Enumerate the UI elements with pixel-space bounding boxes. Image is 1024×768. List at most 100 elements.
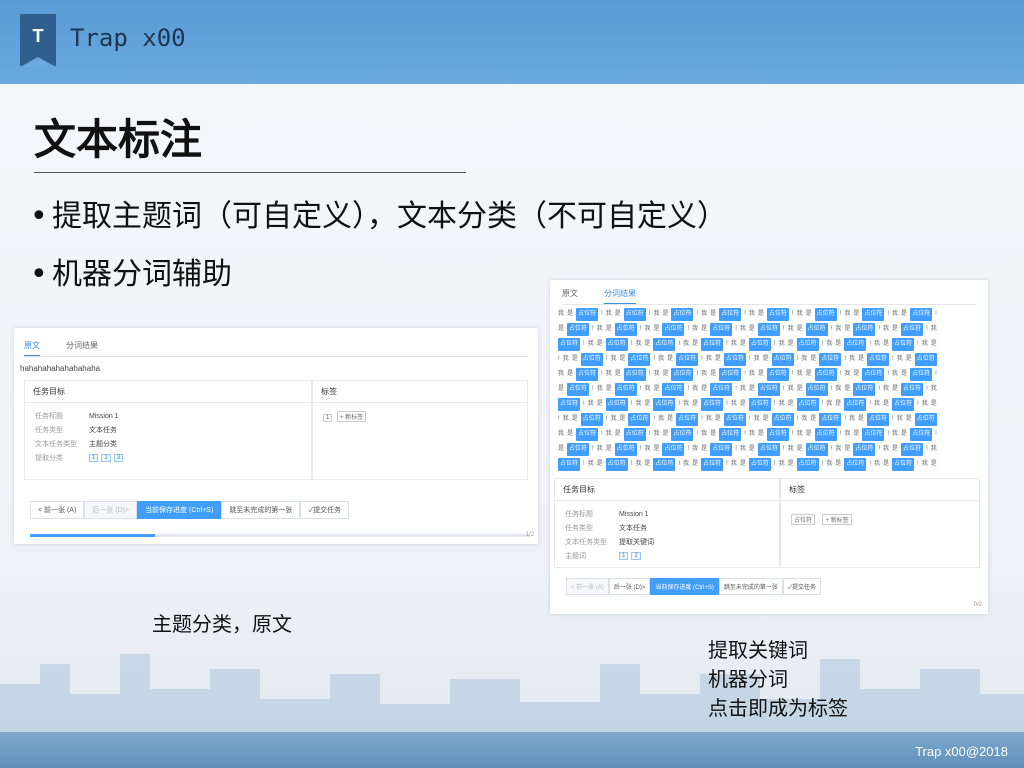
token[interactable]: 占位符	[901, 443, 924, 456]
token[interactable]: !	[887, 308, 889, 321]
token[interactable]: 是	[853, 308, 859, 321]
token[interactable]: !	[678, 458, 680, 471]
token[interactable]: 我	[797, 308, 803, 321]
token[interactable]: 我	[897, 353, 903, 366]
token[interactable]: 是	[906, 353, 912, 366]
token[interactable]: 我	[922, 458, 928, 471]
submit-task-button[interactable]: ✓提交任务	[782, 578, 821, 595]
token[interactable]: 是	[558, 323, 564, 336]
token[interactable]: 占位符	[910, 308, 933, 321]
token[interactable]: 我	[797, 368, 803, 381]
token[interactable]: !	[744, 428, 746, 441]
token[interactable]: !	[606, 413, 608, 426]
token[interactable]: 占位符	[576, 368, 599, 381]
token[interactable]: 占位符	[757, 443, 780, 456]
token[interactable]: 占位符	[819, 413, 842, 426]
token[interactable]: !	[678, 338, 680, 351]
token[interactable]: 是	[558, 443, 564, 456]
token[interactable]: 占位符	[558, 398, 581, 411]
token[interactable]: 我	[563, 413, 569, 426]
token[interactable]: 占位符	[867, 353, 890, 366]
token[interactable]: 占位符	[623, 428, 646, 441]
token[interactable]: !	[592, 323, 594, 336]
token[interactable]: 占位符	[796, 338, 819, 351]
token[interactable]: !	[726, 458, 728, 471]
token[interactable]: 我	[606, 368, 612, 381]
token[interactable]: !	[774, 398, 776, 411]
token[interactable]: 是	[844, 383, 850, 396]
token[interactable]: 占位符	[805, 323, 828, 336]
token[interactable]: !	[640, 443, 642, 456]
token[interactable]: !	[558, 413, 560, 426]
token[interactable]: 我	[849, 413, 855, 426]
tab-original[interactable]: 原文	[562, 288, 578, 304]
token[interactable]: 是	[810, 353, 816, 366]
token[interactable]: 我	[801, 413, 807, 426]
token[interactable]: 我	[931, 323, 937, 336]
token[interactable]: !	[687, 443, 689, 456]
token[interactable]: !	[892, 413, 894, 426]
tab-original[interactable]: 原文	[24, 340, 40, 356]
token[interactable]: !	[831, 383, 833, 396]
token[interactable]: 占位符	[723, 353, 746, 366]
token[interactable]: 是	[797, 443, 803, 456]
token[interactable]: 是	[572, 353, 578, 366]
token[interactable]: 我	[597, 383, 603, 396]
token[interactable]: !	[601, 308, 603, 321]
category-chip[interactable]: 3	[113, 454, 124, 462]
token[interactable]: 占位符	[862, 428, 885, 441]
token[interactable]: 占位符	[853, 323, 876, 336]
token[interactable]: 占位符	[701, 338, 724, 351]
token[interactable]: 是	[858, 413, 864, 426]
token[interactable]: 我	[788, 323, 794, 336]
token[interactable]: 我	[754, 413, 760, 426]
token[interactable]: 占位符	[819, 353, 842, 366]
token[interactable]: 占位符	[662, 323, 685, 336]
token[interactable]: 我	[779, 458, 785, 471]
token[interactable]: 我	[844, 428, 850, 441]
token[interactable]: 占位符	[766, 308, 789, 321]
token[interactable]: 我	[788, 443, 794, 456]
token[interactable]: !	[792, 368, 794, 381]
token[interactable]: 是	[797, 383, 803, 396]
token[interactable]: !	[797, 353, 799, 366]
token[interactable]: !	[640, 323, 642, 336]
token[interactable]: 占位符	[710, 323, 733, 336]
token[interactable]: 我	[797, 428, 803, 441]
token[interactable]: !	[783, 383, 785, 396]
token[interactable]: 占位符	[710, 443, 733, 456]
token[interactable]: 我	[779, 338, 785, 351]
token[interactable]: !	[917, 338, 919, 351]
token[interactable]: 我	[849, 353, 855, 366]
token[interactable]: 是	[692, 338, 698, 351]
token[interactable]: !	[792, 428, 794, 441]
prev-button[interactable]: < 前一张 (A)	[566, 578, 609, 595]
token[interactable]: 是	[644, 338, 650, 351]
token[interactable]: 是	[853, 368, 859, 381]
token[interactable]: 是	[701, 323, 707, 336]
token[interactable]: 是	[653, 443, 659, 456]
token[interactable]: 是	[715, 413, 721, 426]
token[interactable]: 我	[558, 428, 564, 441]
token[interactable]: 是	[615, 368, 621, 381]
token[interactable]: !	[887, 368, 889, 381]
token[interactable]: !	[878, 383, 880, 396]
prev-button[interactable]: < 前一张 (A)	[30, 501, 85, 519]
token[interactable]: 我	[558, 368, 564, 381]
token[interactable]: 占位符	[910, 368, 933, 381]
token[interactable]: 占位符	[805, 383, 828, 396]
save-progress-button[interactable]: 当前保存进度 (Ctrl+S)	[650, 578, 719, 595]
token[interactable]: !	[840, 308, 842, 321]
token[interactable]: 我	[844, 368, 850, 381]
token[interactable]: 是	[901, 308, 907, 321]
token[interactable]: !	[678, 398, 680, 411]
token[interactable]: !	[583, 458, 585, 471]
token[interactable]: 是	[749, 323, 755, 336]
token[interactable]: 占位符	[605, 458, 628, 471]
token[interactable]: !	[687, 383, 689, 396]
token[interactable]: 我	[683, 338, 689, 351]
token[interactable]: 是	[662, 428, 668, 441]
token[interactable]: !	[797, 413, 799, 426]
token[interactable]: !	[653, 353, 655, 366]
token[interactable]: !	[606, 353, 608, 366]
